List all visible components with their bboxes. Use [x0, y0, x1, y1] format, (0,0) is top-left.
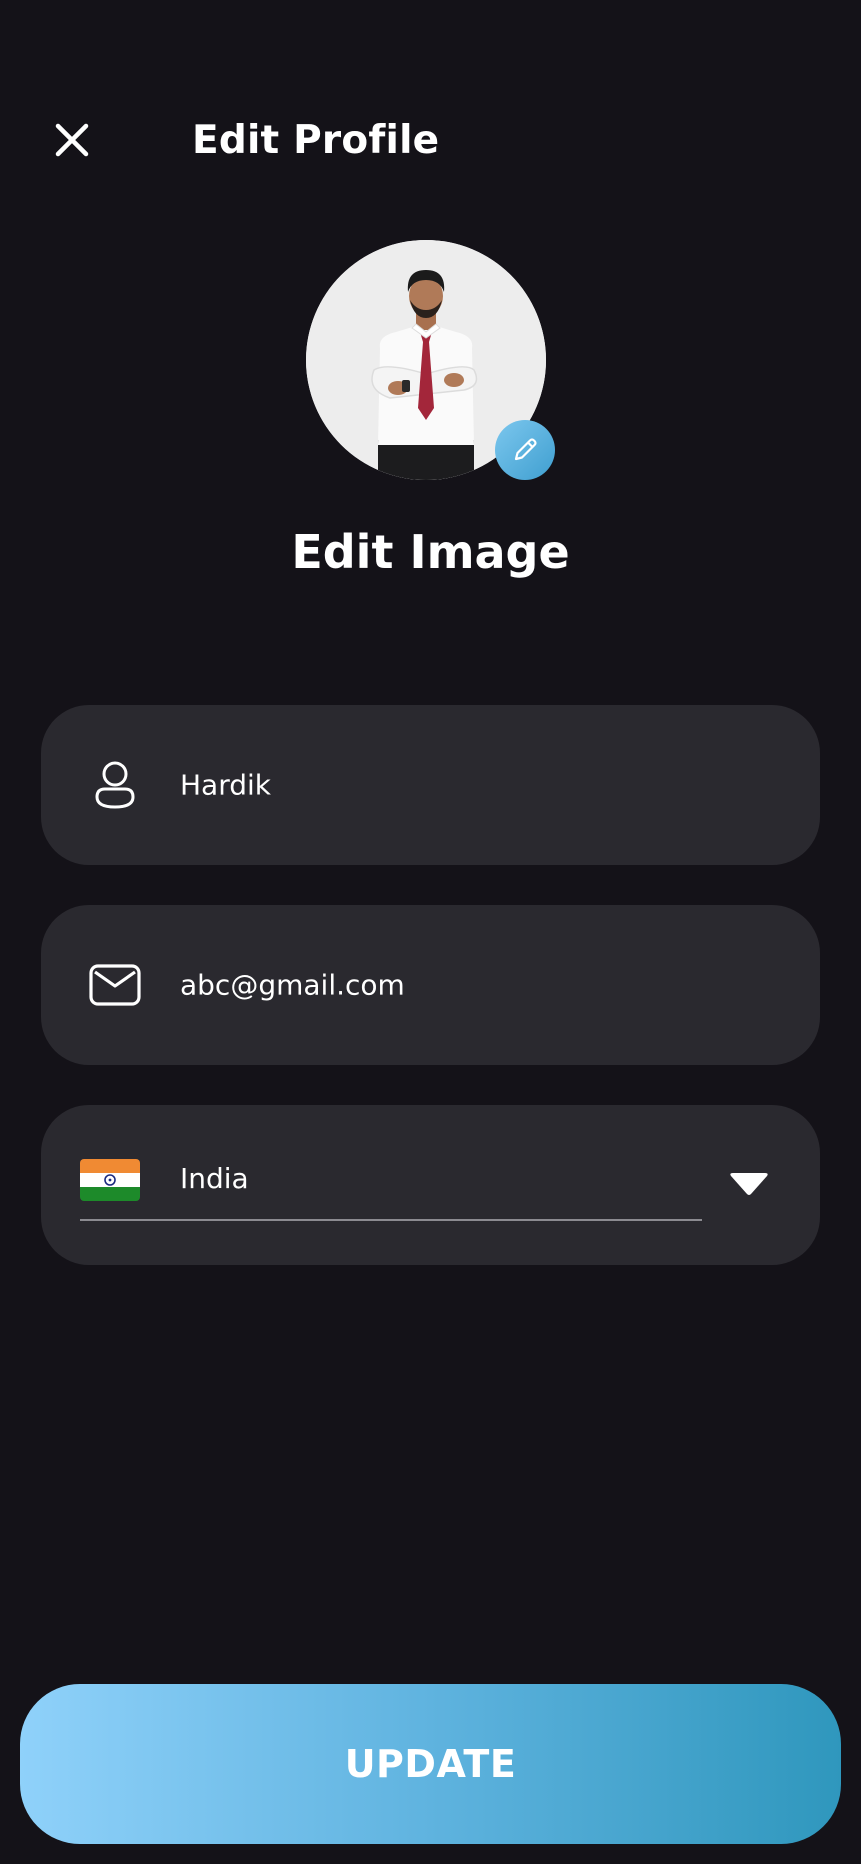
user-icon — [87, 757, 143, 813]
mail-icon — [87, 957, 143, 1013]
name-input[interactable] — [180, 768, 760, 802]
page-title: Edit Profile — [192, 117, 440, 163]
caret-down-icon[interactable] — [729, 1173, 769, 1197]
close-icon — [55, 123, 89, 157]
email-field[interactable] — [41, 905, 820, 1065]
country-underline — [80, 1219, 702, 1221]
close-button[interactable] — [52, 120, 92, 160]
country-select[interactable]: India — [41, 1105, 820, 1265]
update-button[interactable]: UPDATE — [20, 1684, 841, 1844]
edit-image-button[interactable] — [495, 420, 555, 480]
name-field[interactable] — [41, 705, 820, 865]
pencil-icon — [514, 438, 537, 461]
india-flag-icon — [80, 1159, 140, 1201]
profile-image-section — [306, 240, 555, 480]
country-value: India — [180, 1162, 249, 1195]
email-input[interactable] — [180, 968, 760, 1002]
edit-image-label[interactable]: Edit Image — [0, 525, 861, 579]
app-bar: Edit Profile — [52, 110, 439, 170]
